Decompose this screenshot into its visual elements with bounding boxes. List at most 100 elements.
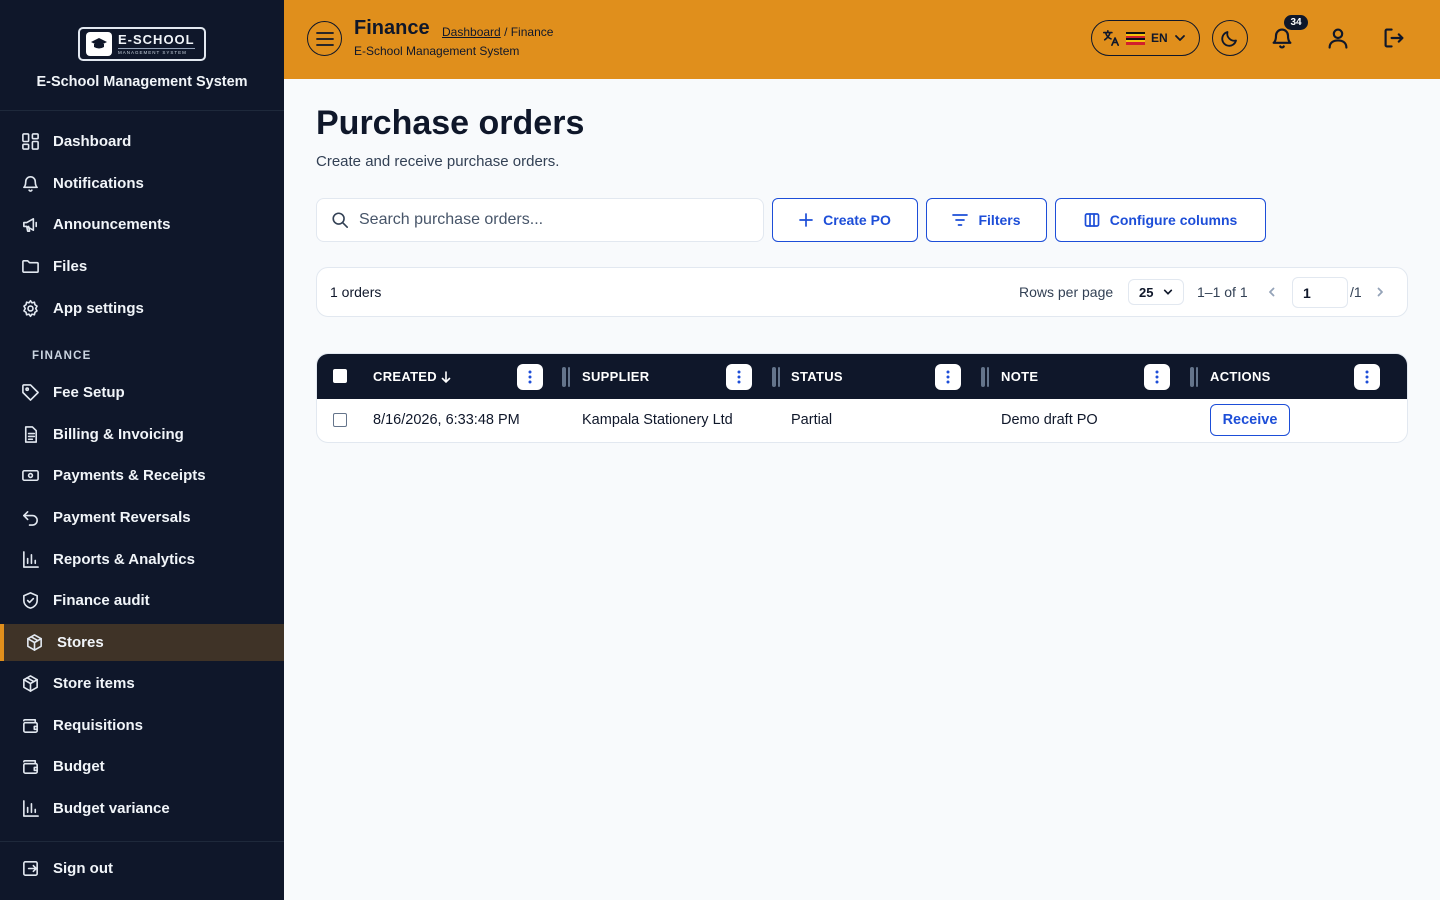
search-input[interactable]	[359, 211, 739, 229]
sidebar-item-label: Announcements	[53, 215, 171, 233]
sidebar-item-dashboard[interactable]: Dashboard	[0, 122, 284, 160]
sign-out-button[interactable]: Sign out	[0, 849, 284, 887]
header-title: Finance	[354, 17, 430, 39]
plus-icon	[799, 213, 813, 227]
search-box	[316, 198, 764, 242]
create-po-label: Create PO	[823, 212, 891, 228]
cell-created: 8/16/2026, 6:33:48 PM	[373, 412, 520, 428]
filters-label: Filters	[978, 212, 1021, 228]
language-code: EN	[1151, 31, 1168, 45]
tag-icon	[20, 382, 40, 402]
column-menu-button[interactable]	[935, 364, 961, 390]
column-divider	[568, 367, 570, 387]
bell-icon	[20, 173, 40, 193]
sidebar-item-store-items[interactable]: Store items	[0, 664, 284, 702]
configure-columns-button[interactable]: Configure columns	[1055, 198, 1266, 242]
profile-button[interactable]	[1324, 24, 1352, 52]
rows-per-page-select[interactable]: 25	[1128, 279, 1184, 305]
sidebar-item-files[interactable]: Files	[0, 247, 284, 285]
more-vertical-icon	[1155, 370, 1159, 384]
sidebar-item-budget-variance[interactable]: Budget variance	[0, 789, 284, 827]
sidebar-item-payment-reversals[interactable]: Payment Reversals	[0, 498, 284, 536]
more-vertical-icon	[528, 370, 532, 384]
logout-button[interactable]	[1380, 24, 1408, 52]
app-title: E-School Management System	[36, 74, 248, 90]
menu-toggle-button[interactable]	[307, 21, 342, 56]
wallet-icon	[20, 715, 40, 735]
sidebar-item-notifications[interactable]: Notifications	[0, 164, 284, 202]
sidebar-item-app-settings[interactable]: App settings	[0, 289, 284, 327]
package-icon	[20, 673, 40, 693]
purchase-orders-table: CREATED SUPPLIER STATUS NOTE ACTIONS 8/1…	[316, 353, 1408, 443]
sign-out-icon	[20, 858, 40, 878]
receive-button[interactable]: Receive	[1210, 404, 1290, 436]
document-icon	[20, 424, 40, 444]
dashboard-grid-icon	[20, 131, 40, 151]
sidebar-item-label: App settings	[53, 299, 144, 317]
page-number-input[interactable]: 1	[1292, 277, 1348, 308]
shield-check-icon	[20, 590, 40, 610]
column-divider	[987, 367, 989, 387]
column-menu-button[interactable]	[726, 364, 752, 390]
breadcrumb-current: / Finance	[504, 25, 554, 39]
sidebar-item-stores[interactable]: Stores	[0, 624, 284, 661]
theme-toggle-button[interactable]	[1212, 20, 1248, 56]
notification-count-badge: 34	[1284, 15, 1308, 30]
column-header-note[interactable]: NOTE	[1001, 369, 1038, 384]
column-menu-button[interactable]	[1354, 364, 1380, 390]
sidebar-item-announcements[interactable]: Announcements	[0, 205, 284, 243]
sidebar-item-label: Files	[53, 257, 88, 275]
sidebar-item-label: Dashboard	[53, 132, 132, 150]
column-menu-button[interactable]	[517, 364, 543, 390]
sidebar-item-label: Fee Setup	[53, 383, 125, 401]
sidebar-item-requisitions[interactable]: Requisitions	[0, 706, 284, 744]
next-page-button[interactable]	[1372, 284, 1388, 300]
prev-page-button[interactable]	[1264, 284, 1280, 300]
column-header-actions[interactable]: ACTIONS	[1210, 369, 1271, 384]
megaphone-icon	[20, 214, 40, 234]
sidebar-item-billing[interactable]: Billing & Invoicing	[0, 415, 284, 453]
sidebar-item-label: Payments & Receipts	[53, 466, 206, 484]
select-all-checkbox[interactable]	[333, 369, 347, 383]
sidebar-item-label: Notifications	[53, 174, 144, 192]
column-resizer[interactable]	[1190, 367, 1194, 387]
chevron-left-icon	[1269, 287, 1275, 297]
column-header-supplier[interactable]: SUPPLIER	[582, 369, 649, 384]
banknote-icon	[20, 465, 40, 485]
sidebar-item-fee-setup[interactable]: Fee Setup	[0, 373, 284, 411]
cell-note: Demo draft PO	[1001, 412, 1098, 428]
top-header: Finance Dashboard / Finance E-School Man…	[284, 0, 1440, 79]
bar-chart-icon	[20, 798, 40, 818]
header-subtitle: E-School Management System	[354, 44, 520, 58]
breadcrumb-dashboard-link[interactable]: Dashboard	[442, 25, 501, 39]
hamburger-icon	[315, 31, 334, 46]
orders-count: 1 orders	[330, 284, 382, 300]
sort-down-icon	[441, 370, 451, 383]
page-title: Purchase orders	[316, 104, 585, 142]
language-selector[interactable]: EN	[1091, 20, 1200, 56]
configure-columns-label: Configure columns	[1109, 212, 1238, 228]
cell-status: Partial	[791, 412, 833, 428]
rows-per-page-label: Rows per page	[1019, 284, 1114, 300]
filters-button[interactable]: Filters	[926, 198, 1047, 242]
column-resizer[interactable]	[772, 367, 776, 387]
column-header-created[interactable]: CREATED	[373, 369, 452, 384]
undo-icon	[20, 507, 40, 527]
column-resizer[interactable]	[981, 367, 985, 387]
sidebar-item-payments[interactable]: Payments & Receipts	[0, 456, 284, 494]
column-header-status[interactable]: STATUS	[791, 369, 843, 384]
create-po-button[interactable]: Create PO	[772, 198, 918, 242]
folder-icon	[20, 256, 40, 276]
sidebar-item-finance-audit[interactable]: Finance audit	[0, 581, 284, 619]
more-vertical-icon	[946, 370, 950, 384]
logo-tagline: MANAGEMENT SYSTEM	[118, 49, 187, 55]
sidebar-item-label: Finance audit	[53, 591, 150, 609]
uganda-flag-icon	[1126, 31, 1145, 45]
column-menu-button[interactable]	[1144, 364, 1170, 390]
sidebar-item-budget[interactable]: Budget	[0, 747, 284, 785]
sidebar-item-label: Requisitions	[53, 716, 144, 734]
sidebar-item-reports[interactable]: Reports & Analytics	[0, 540, 284, 578]
column-resizer[interactable]	[562, 367, 566, 387]
sidebar: E-SCHOOL MANAGEMENT SYSTEM E-School Mana…	[0, 0, 284, 900]
row-checkbox[interactable]	[333, 413, 347, 427]
